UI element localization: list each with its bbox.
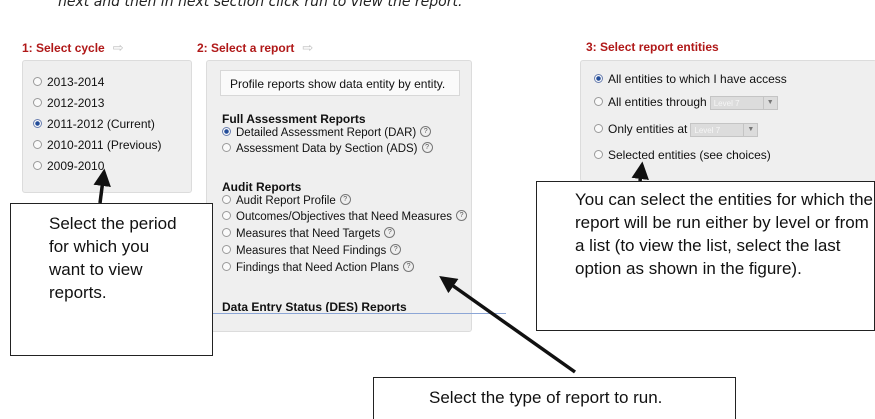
arrow-to-cycle [93,168,111,204]
callout-arrows [93,161,649,374]
arrow-to-report-type [439,275,577,374]
arrow-to-entities [631,161,649,182]
